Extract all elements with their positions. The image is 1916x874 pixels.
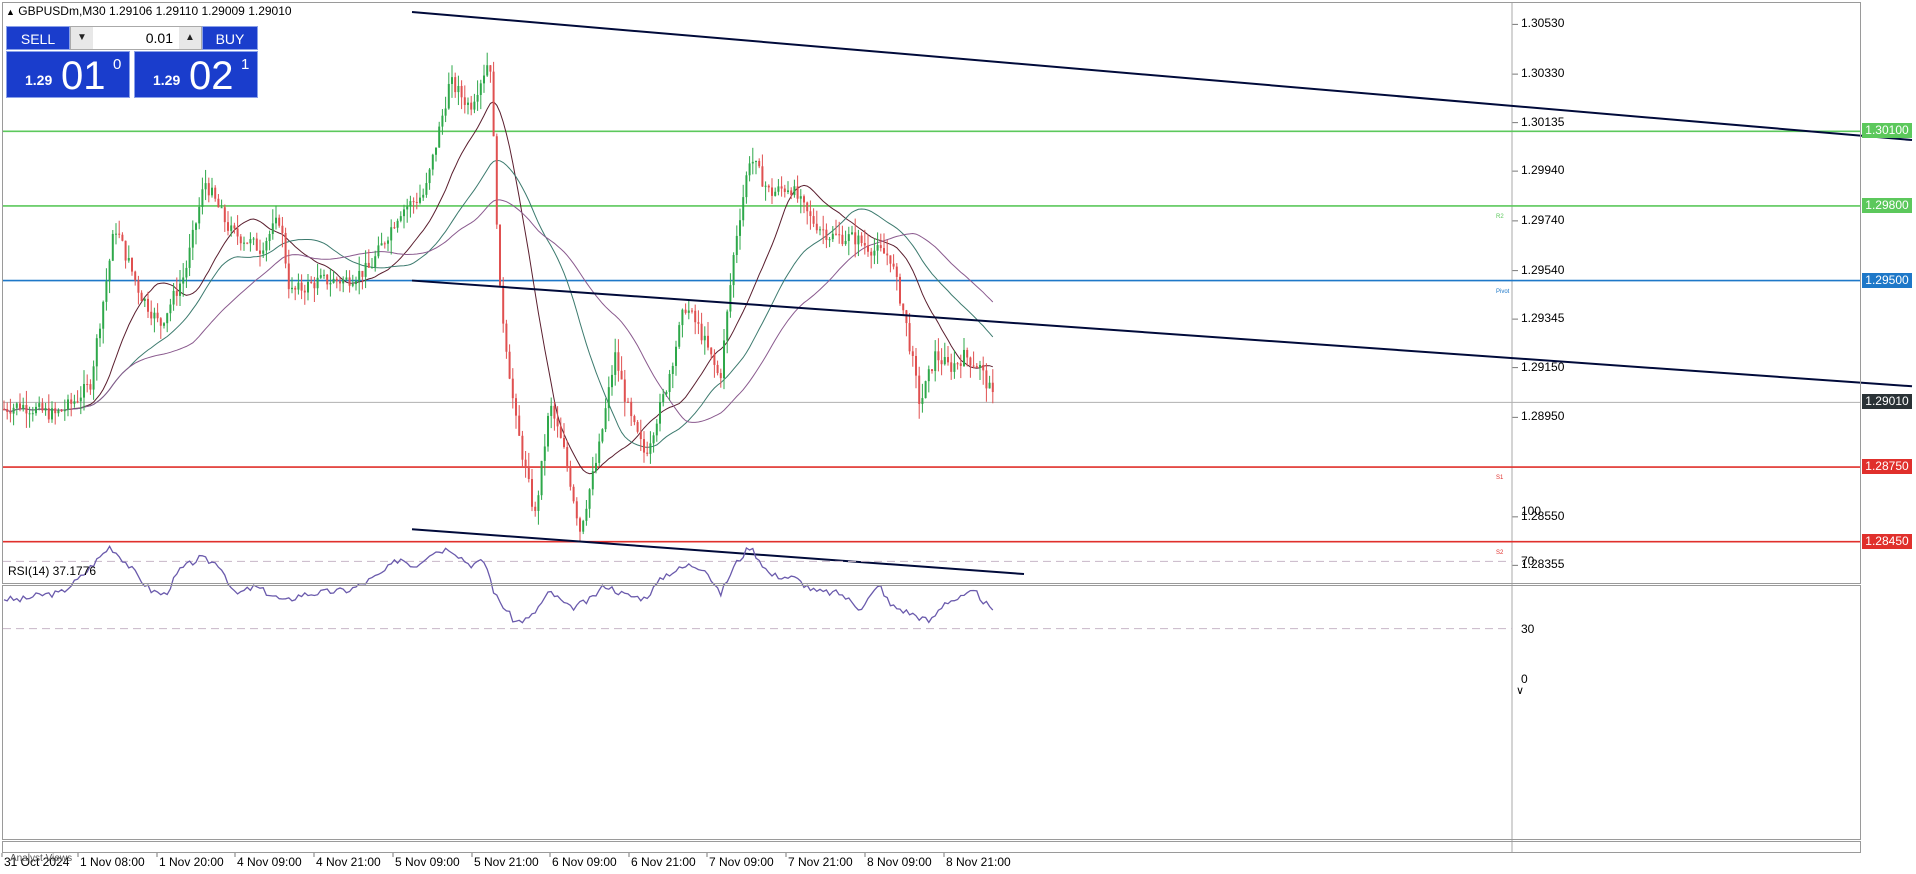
main-panel-border — [2, 2, 1861, 584]
buy-price-point: 1 — [241, 56, 250, 73]
time-axis-label: 5 Nov 09:00 — [395, 855, 460, 869]
triangle-up-icon[interactable]: ▲ — [6, 7, 15, 17]
buy-price-prefix: 1.29 — [153, 72, 181, 88]
time-axis-label: 8 Nov 21:00 — [946, 855, 1011, 869]
time-axis-label: 8 Nov 09:00 — [867, 855, 932, 869]
time-axis-label: 7 Nov 21:00 — [788, 855, 853, 869]
pivot-level-side-label: Pivot — [1496, 288, 1510, 295]
price-axis-label: 1.29345 — [1521, 311, 1565, 326]
sell-button[interactable]: SELL — [6, 26, 70, 50]
one-click-trading-panel: SELL ▼ 0.01 ▲ BUY 1.29 01 0 1.29 02 1 — [6, 26, 258, 98]
arrow-up-icon[interactable]: ▲ — [179, 27, 201, 49]
price-axis-label: 1.29740 — [1521, 212, 1565, 227]
chart-window: ▲ GBPUSDm,M30 1.29106 1.29110 1.29009 1.… — [0, 0, 1916, 874]
analyst-views-label[interactable]: Analyst Views — [10, 853, 72, 864]
analyst-panel-border — [2, 841, 1861, 853]
rsi-axis-label: 70 — [1521, 554, 1535, 569]
buy-button[interactable]: BUY — [202, 26, 258, 50]
price-axis-label: 1.30135 — [1521, 114, 1565, 129]
current-price-tag: 1.29010 — [1862, 394, 1912, 410]
rsi-panel-border — [2, 585, 1861, 840]
time-axis-label: 4 Nov 09:00 — [237, 855, 302, 869]
buy-price-box[interactable]: 1.29 02 1 — [134, 51, 258, 98]
s1-level-side-label: S1 — [1496, 475, 1504, 482]
rsi-axis-label: 30 — [1521, 621, 1535, 636]
r-level-1-price-tag: 1.30100 — [1862, 123, 1912, 139]
symbol-info: ▲ GBPUSDm,M30 1.29106 1.29110 1.29009 1.… — [6, 4, 292, 18]
lot-size-stepper[interactable]: ▼ 0.01 ▲ — [70, 26, 202, 50]
price-axis-label: 1.29150 — [1521, 359, 1565, 374]
price-axis-label: 1.30330 — [1521, 66, 1565, 81]
s2-level-side-label: S2 — [1496, 549, 1504, 556]
price-axis-label: 1.29940 — [1521, 163, 1565, 178]
time-axis-label: 1 Nov 20:00 — [159, 855, 224, 869]
time-axis-label: 4 Nov 21:00 — [316, 855, 381, 869]
rsi-axis-label: 100 — [1521, 504, 1542, 518]
price-axis-label: 1.30530 — [1521, 16, 1565, 31]
arrow-down-icon[interactable]: ▼ — [71, 27, 93, 49]
time-axis-label: 6 Nov 21:00 — [631, 855, 696, 869]
sell-price-point: 0 — [113, 56, 122, 73]
sell-price-main: 01 — [61, 54, 106, 98]
time-axis-label: 6 Nov 09:00 — [552, 855, 617, 869]
time-axis-label: 5 Nov 21:00 — [474, 855, 539, 869]
r2-level-price-tag: 1.29800 — [1862, 197, 1912, 213]
scroll-down-icon[interactable]: ∨ — [1516, 684, 1524, 697]
price-axis-label: 1.28950 — [1521, 409, 1565, 424]
lot-size-value[interactable]: 0.01 — [93, 27, 179, 49]
buy-price-main: 02 — [189, 54, 234, 98]
s2-level-price-tag: 1.28450 — [1862, 533, 1912, 549]
symbol-ohlc-text: GBPUSDm,M30 1.29106 1.29110 1.29009 1.29… — [18, 4, 292, 18]
price-axis-label: 1.29540 — [1521, 262, 1565, 277]
sell-price-prefix: 1.29 — [25, 72, 53, 88]
sell-price-box[interactable]: 1.29 01 0 — [6, 51, 130, 98]
s1-level-price-tag: 1.28750 — [1862, 459, 1912, 475]
time-axis-label: 7 Nov 09:00 — [709, 855, 774, 869]
rsi-title: RSI(14) 37.1776 — [8, 564, 97, 578]
r2-level-side-label: R2 — [1496, 213, 1504, 220]
pivot-level-price-tag: 1.29500 — [1862, 272, 1912, 288]
time-axis-label: 1 Nov 08:00 — [80, 855, 145, 869]
